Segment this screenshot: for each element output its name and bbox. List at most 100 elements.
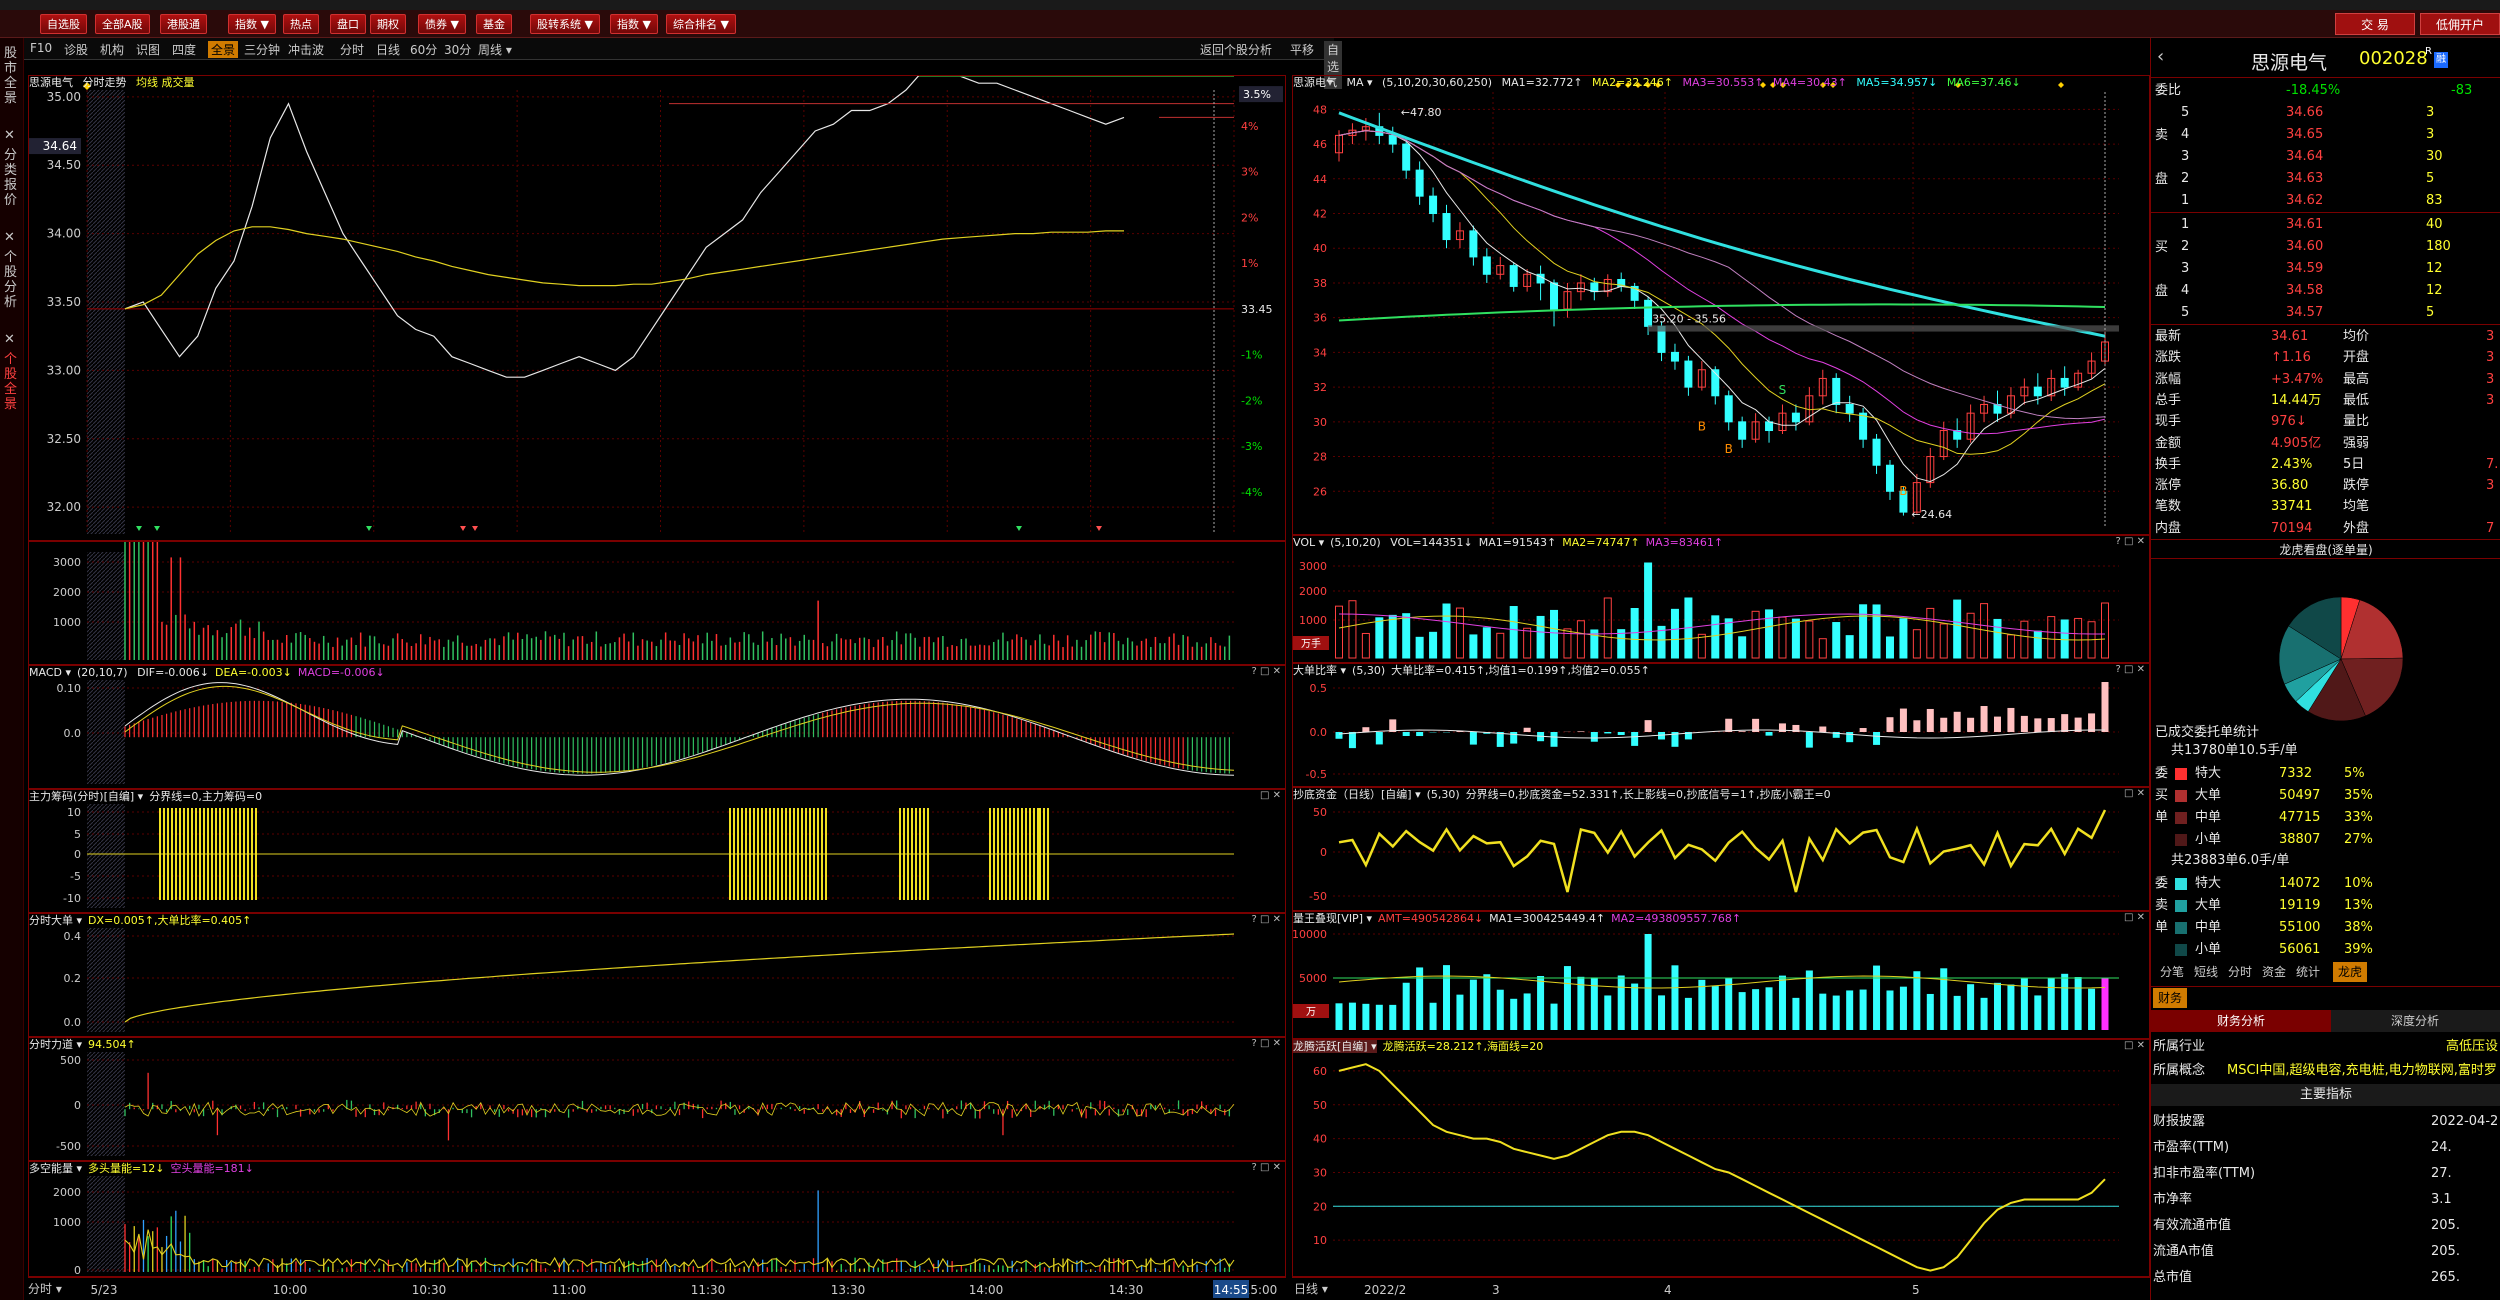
close-icon[interactable]: ✕	[4, 128, 20, 143]
right-tab[interactable]: 分笔	[2155, 962, 2189, 982]
close-icon[interactable]: ✕	[4, 230, 20, 245]
nav-button[interactable]: 期权	[370, 14, 406, 34]
daily-kline-panel[interactable]: 思源电气 MA ▾ (5,10,20,30,60,250) MA1=32.772…	[1292, 75, 2150, 535]
chip-bar	[159, 808, 161, 900]
subnav-tab[interactable]: 诊股	[64, 41, 88, 58]
daily-bigorder-panel[interactable]: 大单比率 ▾ (5,30) 大单比率=0.415↑,均值1=0.199↑,均值2=0…	[1292, 663, 2150, 787]
macd-panel[interactable]: MACD ▾ (20,10,7) DIF=-0.006↓ DEA=-0.003↓ MA…	[28, 665, 1286, 789]
stats-header: 共13780单10.5手/单	[2151, 741, 2500, 761]
ask-row[interactable]: 3 34.64 30	[2151, 146, 2500, 168]
subnav-tab[interactable]: 60分	[410, 41, 437, 58]
candle-body	[1402, 143, 1411, 171]
intraday-bottom-tab[interactable]: 分时 ▾	[28, 1280, 88, 1298]
subnav-tab[interactable]: 冲击波	[288, 41, 324, 58]
subnav-tab[interactable]: 分时	[340, 41, 364, 58]
intraday-chart[interactable]: 35.00 34.50 34.00 33.50 33.00 32.50 32.00 4% 3% 2…	[29, 61, 1285, 540]
quote-key: 最高	[2343, 371, 2370, 387]
panel-controls[interactable]: □ ✕	[2124, 912, 2145, 923]
ask-price: 34.62	[2286, 193, 2324, 208]
kline-chart[interactable]: 48 46 44 42 40 38 36 34 32 30 28 26 35.20 - 35.56 ←47…	[1293, 76, 2149, 534]
candle-body	[1415, 169, 1424, 197]
right-tab[interactable]: 短线	[2189, 962, 2223, 982]
subnav-tab[interactable]: 三分钟	[244, 41, 280, 58]
right-tab[interactable]: 分时	[2223, 962, 2257, 982]
bottom-fund-panel[interactable]: 抄底资金（日线）[自编] ▾ (5,30) 分界线=0,抄底资金=52.331↑,长…	[1292, 787, 2150, 911]
intraday-force-panel[interactable]: 分时力道 ▾ 94.504↑ ? □ ✕ 500 0 -500	[28, 1037, 1286, 1161]
volume-bar	[2020, 620, 2029, 659]
subnav-tab[interactable]: 四度	[172, 41, 196, 58]
right-tab[interactable]: 统计	[2291, 962, 2325, 982]
tab-financial-analysis[interactable]: 财务分析	[2151, 1010, 2331, 1032]
ask-row[interactable]: 2 34.63 5	[2151, 168, 2500, 190]
amount-bar	[1832, 995, 1840, 1030]
long-short-energy-panel[interactable]: 多空能量 ▾ 多头量能=12↓ 空头量能=181↓ ? □ ✕ 2000 1000 0	[28, 1161, 1286, 1277]
intraday-volume-panel[interactable]: 3000 2000 1000	[28, 521, 1286, 665]
tab-finance[interactable]: 财务	[2153, 988, 2188, 1008]
subnav-tab[interactable]: 机构	[100, 41, 124, 58]
panel-controls[interactable]: ? □ ✕	[1252, 914, 1282, 925]
subnav-tab[interactable]: 全景	[208, 41, 239, 58]
nav-button[interactable]: 全部A股	[95, 14, 150, 34]
panel-controls[interactable]: □ ✕	[1260, 790, 1281, 801]
panel-controls[interactable]: ? □ ✕	[1252, 1162, 1282, 1173]
nav-button[interactable]: 热点	[283, 14, 319, 34]
volume-king-panel[interactable]: 量王叠现[VIP] ▾ AMT=490542864↓ MA1=300425449.4…	[1292, 911, 2150, 1039]
bid-row[interactable]: 3 34.59 12	[2151, 258, 2500, 280]
intraday-bigorder-panel[interactable]: 分时大单 ▾ DX=0.005↑,大单比率=0.405↑ ? □ ✕ 0.4 0.2…	[28, 913, 1286, 1037]
bid-row[interactable]: 1 34.61 40	[2151, 214, 2500, 236]
nav-button[interactable]: 综合排名 ▼	[666, 14, 736, 34]
chevron-left-icon[interactable]: ‹	[2157, 46, 2164, 67]
amount-bar	[2047, 978, 2055, 1030]
right-tab[interactable]: 龙虎	[2333, 962, 2368, 982]
pan-button[interactable]: 平移	[1290, 41, 1314, 58]
daily-bottom-tab[interactable]: 日线 ▾	[1294, 1280, 1354, 1298]
main-chip-panel[interactable]: 主力筹码(分时)[自编] ▾ 分界线=0,主力筹码=0 □ ✕ 10 5 0 -5 -10	[28, 789, 1286, 913]
nav-button[interactable]: 指数 ▼	[610, 14, 658, 34]
stats-side: 卖	[2155, 898, 2169, 913]
subnav-tab[interactable]: 30分	[444, 41, 471, 58]
ask-row[interactable]: 5 34.66 3	[2151, 102, 2500, 124]
panel-controls[interactable]: ? □ ✕	[1252, 1038, 1282, 1049]
nav-button[interactable]: 股转系统 ▼	[530, 14, 600, 34]
quote-key: 开盘	[2343, 350, 2370, 366]
ratio-bar	[1496, 732, 1504, 747]
nav-button[interactable]: 自选股	[40, 14, 87, 34]
subnav-tab[interactable]: F10	[30, 41, 52, 55]
bid-row[interactable]: 5 34.57 5	[2151, 302, 2500, 324]
panel-controls[interactable]: □ ✕	[2124, 1040, 2145, 1051]
nav-button[interactable]: 盘口	[330, 14, 366, 34]
nav-button[interactable]: 债券 ▼	[418, 14, 466, 34]
subnav-tab[interactable]: 日线	[376, 41, 400, 58]
nav-button[interactable]: 指数 ▼	[228, 14, 276, 34]
nav-button[interactable]: 基金	[476, 14, 512, 34]
axis-tick-label: 0.4	[64, 930, 82, 943]
open-account-button[interactable]: 低佣开户	[2420, 13, 2500, 35]
intraday-price-panel[interactable]: 思源电气 分时走势 均线 成交量 35.00 34.50 34.00 33.50 33.…	[28, 61, 1286, 541]
dragon-active-panel[interactable]: 龙腾活跃[自编] ▾ 龙腾活跃=28.212↑,海面线=20 □ ✕ 60 50 40…	[1292, 1039, 2150, 1277]
close-icon[interactable]: ✕	[4, 332, 20, 347]
tab-market-overview[interactable]: 股市全景	[4, 46, 20, 106]
nav-button[interactable]: 港股通	[160, 14, 207, 34]
tab-deep-analysis[interactable]: 深度分析	[2391, 1010, 2439, 1032]
bid-row[interactable]: 4 34.58 12	[2151, 280, 2500, 302]
right-tab[interactable]: 资金	[2257, 962, 2291, 982]
ask-level: 2	[2181, 171, 2190, 186]
subnav-tab[interactable]: 周线 ▾	[478, 41, 512, 58]
panel-controls[interactable]: ? □ ✕	[2116, 664, 2146, 675]
tab-category-quote[interactable]: 分类报价	[4, 148, 20, 208]
daily-volume-panel[interactable]: VOL ▾ (5,10,20) VOL=144351↓ MA1=91543↑ MA2=…	[1292, 535, 2150, 663]
tab-stock-panorama[interactable]: 个股全景	[4, 352, 20, 412]
panel-controls[interactable]: □ ✕	[2124, 788, 2145, 799]
back-to-analysis-link[interactable]: 返回个股分析	[1200, 41, 1272, 58]
quote-row: 总手 14.44万 最低 3	[2151, 390, 2500, 411]
bid-row[interactable]: 2 34.60 180	[2151, 236, 2500, 258]
panel-controls[interactable]: ? □ ✕	[2116, 536, 2146, 547]
tab-stock-analysis[interactable]: 个股分析	[4, 250, 20, 310]
ask-row[interactable]: 1 34.62 83	[2151, 190, 2500, 212]
buy-side-label: 买	[2155, 240, 2169, 255]
ask-row[interactable]: 4 34.65 3	[2151, 124, 2500, 146]
volume-bar	[1536, 615, 1545, 659]
panel-controls[interactable]: ? □ ✕	[1252, 666, 1282, 677]
trade-button[interactable]: 交 易	[2335, 13, 2415, 35]
subnav-tab[interactable]: 识图	[136, 41, 160, 58]
